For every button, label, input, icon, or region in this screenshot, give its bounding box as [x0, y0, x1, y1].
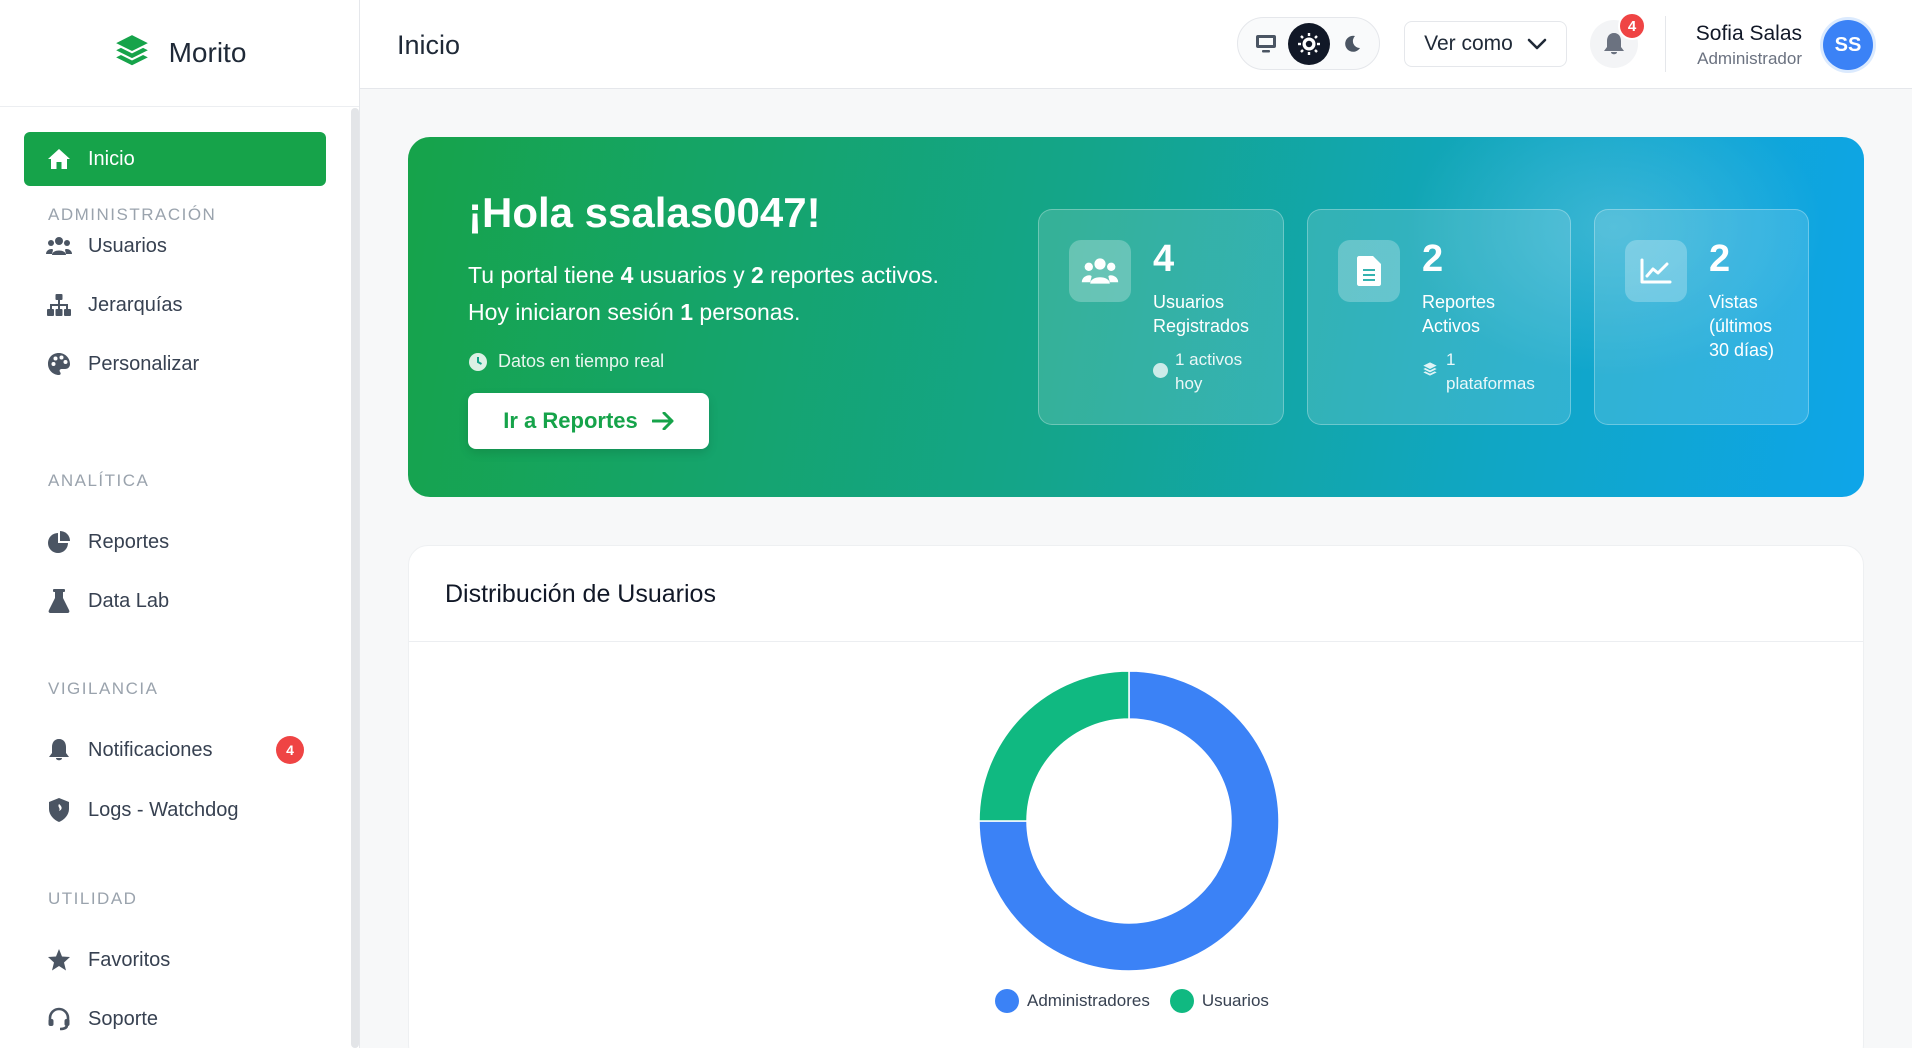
stat-subtext: 1 plataformas: [1446, 350, 1535, 393]
legend-item-administradores[interactable]: Administradores: [995, 989, 1150, 1013]
realtime-label: Datos en tiempo real: [498, 351, 665, 371]
sitemap-icon: [46, 292, 72, 318]
section-label-vigilancia: VIGILANCIA: [48, 679, 159, 698]
top-header: Inicio Ver como 4 Sofia Salas Administra…: [360, 0, 1912, 89]
sidebar-item-usuarios[interactable]: Usuarios: [24, 219, 326, 273]
stat-label: Usuarios Registrados: [1153, 292, 1250, 336]
go-to-reports-button[interactable]: Ir a Reportes: [468, 393, 709, 449]
sidebar-item-favoritos[interactable]: Favoritos: [24, 933, 326, 987]
sidebar-item-personalizar[interactable]: Personalizar: [24, 337, 326, 391]
sidebar-item-label: Data Lab: [88, 589, 170, 612]
sidebar-item-notificaciones[interactable]: Notificaciones 4: [24, 723, 326, 777]
users-icon: [1069, 240, 1131, 302]
user-distribution-donut-chart: [979, 671, 1279, 971]
page-title: Inicio: [397, 30, 461, 60]
stat-value: 4: [1153, 238, 1175, 280]
card-title: Distribución de Usuarios: [445, 580, 716, 608]
donut-slice-usuarios[interactable]: [979, 671, 1130, 822]
sidebar-item-label: Inicio: [88, 147, 135, 170]
sidebar-scrollbar[interactable]: [351, 108, 359, 1048]
theme-system-button[interactable]: [1245, 23, 1287, 65]
active-dot-icon: [1153, 363, 1168, 378]
go-to-reports-label: Ir a Reportes: [503, 408, 638, 433]
section-label-analitica: ANALÍTICA: [48, 471, 150, 490]
layers-icon: [1423, 362, 1437, 376]
monitor-icon: [1255, 34, 1276, 52]
realtime-indicator: Datos en tiempo real: [468, 351, 664, 372]
welcome-summary-line-2: Hoy iniciaron sesión 1 personas.: [468, 299, 801, 325]
welcome-banner: ¡Hola ssalas0047! Tu portal tiene 4 usua…: [408, 137, 1864, 497]
welcome-summary-line-1: Tu portal tiene 4 usuarios y 2 reportes …: [468, 262, 939, 288]
users-icon: [46, 233, 72, 259]
legend-label: Administradores: [1027, 991, 1150, 1010]
chart-legend: Administradores Usuarios: [995, 989, 1269, 1013]
theme-dark-button[interactable]: [1331, 23, 1373, 65]
bell-icon: [46, 737, 72, 763]
user-avatar[interactable]: SS: [1823, 20, 1873, 70]
stat-value: 2: [1709, 238, 1731, 280]
sidebar-nav: Inicio ADMINISTRACIÓN Usuarios Jerarquía…: [0, 107, 348, 1048]
user-distribution-card: Distribución de Usuarios Administradores…: [408, 545, 1864, 1048]
legend-swatch: [995, 989, 1019, 1013]
stat-subtext: 1 activos hoy: [1175, 350, 1243, 393]
theme-light-button[interactable]: [1287, 22, 1330, 65]
user-role: Administrador: [1697, 49, 1802, 68]
clock-icon: [469, 352, 487, 371]
brand[interactable]: Morito: [0, 0, 359, 107]
section-label-utilidad: UTILIDAD: [48, 889, 138, 908]
moon-icon: [1344, 35, 1360, 52]
sidebar-item-inicio[interactable]: Inicio: [24, 132, 326, 186]
header-divider: [1665, 16, 1666, 72]
sidebar-item-reportes[interactable]: Reportes: [24, 515, 326, 569]
sidebar-item-soporte[interactable]: Soporte: [24, 992, 326, 1046]
stat-card-views[interactable]: 2 Vistas (últimos 30 días): [1594, 209, 1809, 425]
sidebar-item-label: Jerarquías: [88, 293, 183, 316]
sidebar-item-label: Soporte: [88, 1007, 159, 1030]
notifications-count-badge: 4: [1618, 12, 1646, 40]
sidebar: Morito Inicio ADMINISTRACIÓN Usuarios Je…: [0, 0, 360, 1048]
shield-icon: [46, 797, 72, 823]
flask-icon: [46, 588, 72, 614]
file-icon: [1338, 240, 1400, 302]
star-icon: [46, 947, 72, 973]
sidebar-item-label: Personalizar: [88, 352, 200, 375]
sun-icon: [1297, 32, 1320, 55]
line-chart-icon: [1625, 240, 1687, 302]
stat-value: 2: [1422, 238, 1444, 280]
chevron-down-icon: [1527, 38, 1547, 50]
sidebar-item-jerarquias[interactable]: Jerarquías: [24, 278, 326, 332]
sidebar-item-label: Favoritos: [88, 948, 171, 971]
sidebar-item-data-lab[interactable]: Data Lab: [24, 574, 326, 628]
stat-card-users[interactable]: 4 Usuarios Registrados 1 activos hoy: [1038, 209, 1284, 425]
layers-logo-icon: [113, 32, 151, 75]
legend-swatch: [1169, 989, 1194, 1013]
palette-icon: [46, 351, 72, 377]
sidebar-item-label: Reportes: [88, 530, 170, 553]
user-name: Sofia Salas: [1695, 22, 1802, 45]
legend-label: Usuarios: [1201, 991, 1269, 1010]
stat-label: Reportes Activos: [1422, 292, 1496, 336]
view-as-dropdown[interactable]: Ver como: [1404, 21, 1567, 67]
pie-chart-icon: [46, 529, 72, 555]
sidebar-item-label: Usuarios: [88, 234, 167, 257]
theme-switcher: [1237, 17, 1380, 70]
welcome-title: ¡Hola ssalas0047!: [468, 189, 821, 236]
brand-name: Morito: [168, 37, 247, 68]
stat-label: Vistas (últimos 30 días): [1709, 292, 1775, 360]
card-divider: [409, 641, 1863, 642]
view-as-label: Ver como: [1424, 32, 1513, 55]
home-icon: [46, 146, 72, 172]
sidebar-item-label: Notificaciones: [88, 738, 213, 761]
stat-card-reports[interactable]: 2 Reportes Activos 1 plataformas: [1307, 209, 1571, 425]
legend-item-usuarios[interactable]: Usuarios: [1169, 989, 1269, 1013]
arrow-right-icon: [651, 412, 674, 430]
sidebar-item-logs-watchdog[interactable]: Logs - Watchdog: [24, 783, 326, 837]
headset-icon: [46, 1006, 72, 1032]
notifications-badge: 4: [276, 736, 304, 764]
sidebar-item-label: Logs - Watchdog: [88, 798, 239, 821]
